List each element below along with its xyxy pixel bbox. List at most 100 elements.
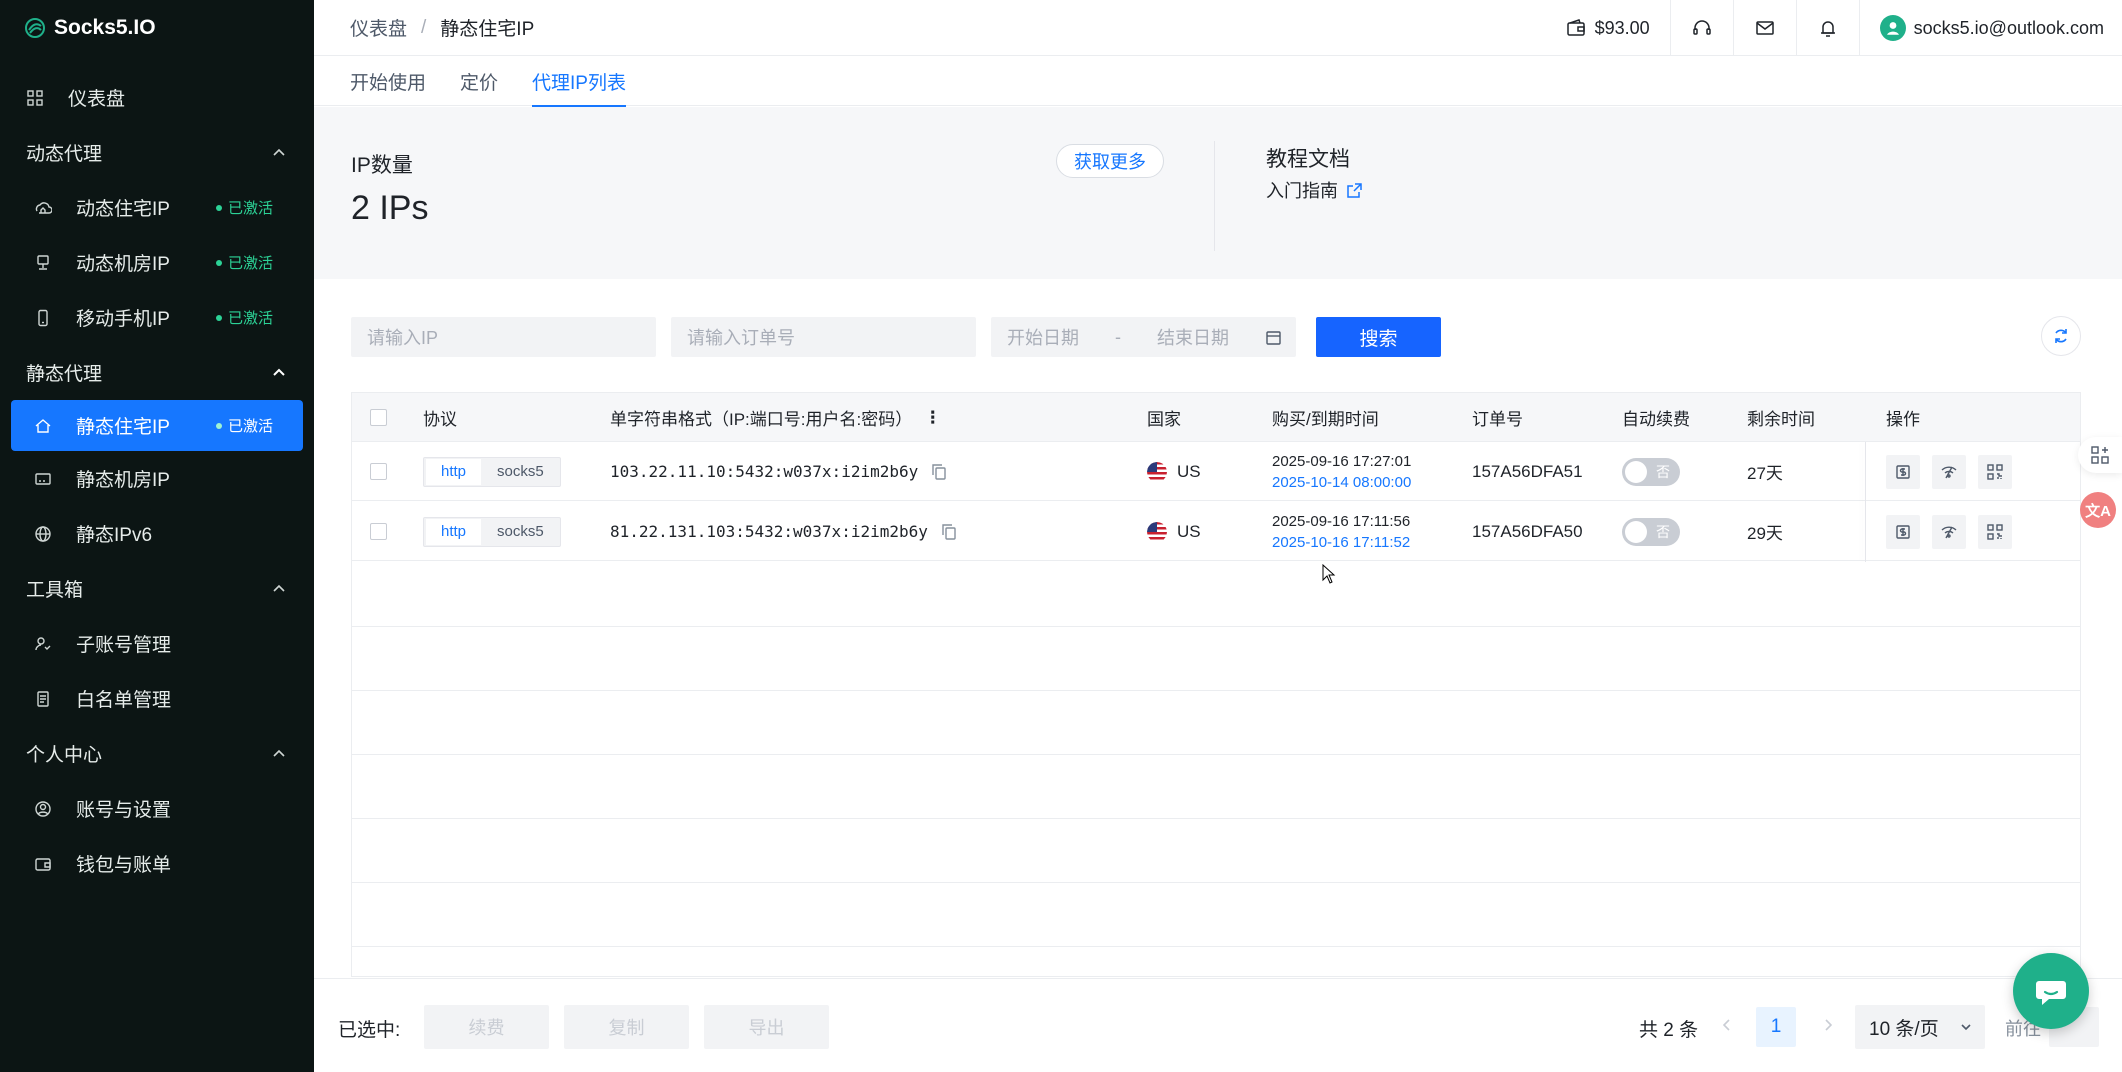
get-more-button[interactable]: 获取更多 <box>1056 144 1164 178</box>
expire-time: 2025-10-14 08:00:00 <box>1272 473 1412 491</box>
balance-amount: $93.00 <box>1594 17 1650 38</box>
search-button[interactable]: 搜索 <box>1316 317 1441 357</box>
sidebar-item-static-residential[interactable]: 静态住宅IP 已激活 <box>11 400 303 451</box>
user-menu[interactable]: socks5.io@outlook.com <box>1858 0 2122 56</box>
bell-icon <box>1820 21 1835 37</box>
copy-icon[interactable] <box>940 523 958 541</box>
end-date-input[interactable]: 结束日期 <box>1157 324 1229 350</box>
sidebar-item-static-datacenter[interactable]: 静态机房IP <box>0 451 314 506</box>
batch-renew-button[interactable]: 续费 <box>424 1005 549 1049</box>
top-right-actions: $93.00 socks5.io@outlook.com <box>1545 0 2122 56</box>
order-number: 157A56DFA50 <box>1472 521 1583 541</box>
tab-pricing[interactable]: 定价 <box>460 56 498 106</box>
copy-icon[interactable] <box>930 463 948 481</box>
brand-name: Socks5.IO <box>54 16 156 39</box>
document-icon <box>34 690 52 708</box>
us-flag-icon <box>1147 521 1167 542</box>
protocol-socks5[interactable]: socks5 <box>481 463 560 480</box>
sidebar-item-static-ipv6[interactable]: 静态IPv6 <box>0 506 314 561</box>
sidebar-item-mobile[interactable]: 移动手机IP 已激活 <box>0 290 314 345</box>
wallet-balance[interactable]: $93.00 <box>1545 0 1670 56</box>
chevron-up-icon <box>273 584 285 592</box>
order-search-input[interactable]: 请输入订单号 <box>671 317 976 357</box>
batch-copy-button[interactable]: 复制 <box>564 1005 689 1049</box>
renew-action-button[interactable] <box>1886 514 1920 549</box>
chevron-up-icon <box>273 749 285 757</box>
wallet-icon <box>34 855 52 873</box>
users-icon <box>34 635 52 653</box>
protocol-socks5[interactable]: socks5 <box>481 523 560 540</box>
sidebar-item-dynamic-datacenter[interactable]: 动态机房IP 已激活 <box>0 235 314 290</box>
group-title: 静态代理 <box>26 364 103 385</box>
table-row: http socks5 103.22.11.10:5432:w037x:i2im… <box>352 442 2080 501</box>
proxy-string-cell: 81.22.131.103:5432:w037x:i2im2b6y <box>610 502 958 561</box>
ip-search-input[interactable]: 请输入IP <box>351 317 656 357</box>
chevron-left-icon[interactable] <box>1719 1017 1735 1033</box>
chat-icon <box>2036 981 2066 1005</box>
col-time: 购买/到期时间 <box>1272 410 1379 429</box>
protocol-http[interactable]: http <box>426 458 482 485</box>
more-vertical-icon[interactable]: ⋮ <box>924 408 941 428</box>
sidebar-group-toolbox[interactable]: 工具箱 <box>0 561 314 616</box>
row-checkbox[interactable] <box>370 442 387 501</box>
actions-column-shadow <box>1865 442 1866 562</box>
app-grid-button[interactable] <box>2078 437 2122 473</box>
breadcrumb-current: 静态住宅IP <box>440 19 535 40</box>
sidebar-item-wallet[interactable]: 钱包与账单 <box>0 836 314 891</box>
sidebar-group-dynamic[interactable]: 动态代理 <box>0 125 314 180</box>
sidebar-item-dashboard[interactable]: 仪表盘 <box>0 70 314 125</box>
qrcode-button[interactable] <box>1978 514 2012 549</box>
tab-proxy-list[interactable]: 代理IP列表 <box>532 56 626 107</box>
logo-icon <box>25 18 45 38</box>
order-number: 157A56DFA51 <box>1472 461 1583 481</box>
sidebar-group-static[interactable]: 静态代理 <box>0 345 314 400</box>
mail-icon <box>1755 21 1774 35</box>
tab-getting-started[interactable]: 开始使用 <box>350 56 426 106</box>
auto-renew-cell: 否 <box>1622 502 1680 561</box>
ip-count-value: 2 IPs <box>351 189 429 227</box>
renew-action-button[interactable] <box>1886 454 1920 489</box>
ip-count-label: IP数量 <box>351 154 413 177</box>
col-country: 国家 <box>1147 410 1181 429</box>
avatar <box>1879 15 1906 41</box>
page-button-1[interactable]: 1 <box>1756 1007 1796 1047</box>
batch-export-button[interactable]: 导出 <box>704 1005 829 1049</box>
sidebar-item-label: 动态机房IP <box>76 254 170 275</box>
auto-renew-toggle[interactable]: 否 <box>1622 457 1680 486</box>
support-button[interactable] <box>1669 0 1733 56</box>
page-size-value: 10 条/页 <box>1869 1018 1939 1040</box>
dollar-icon <box>1896 464 1910 479</box>
test-connection-button[interactable] <box>1932 514 1966 549</box>
page-size-select[interactable]: 10 条/页 <box>1855 1005 1985 1049</box>
brand-logo[interactable]: Socks5.IO <box>0 0 314 56</box>
col-actions: 操作 <box>1886 410 1920 429</box>
select-all-checkbox[interactable] <box>370 393 387 442</box>
country-cell: US <box>1147 442 1201 501</box>
sidebar-item-account-settings[interactable]: 账号与设置 <box>0 781 314 836</box>
proxy-string-cell: 103.22.11.10:5432:w037x:i2im2b6y <box>610 442 948 501</box>
col-remaining: 剩余时间 <box>1747 410 1815 429</box>
row-divider <box>352 882 2080 883</box>
translate-button[interactable]: 文A <box>2078 492 2122 528</box>
col-protocol: 协议 <box>423 410 457 429</box>
sidebar-group-personal[interactable]: 个人中心 <box>0 726 314 781</box>
test-connection-button[interactable] <box>1932 454 1966 489</box>
sidebar-item-whitelist[interactable]: 白名单管理 <box>0 671 314 726</box>
messages-button[interactable] <box>1732 0 1796 56</box>
notifications-button[interactable] <box>1795 0 1859 56</box>
protocol-http[interactable]: http <box>426 518 482 545</box>
qrcode-button[interactable] <box>1978 454 2012 489</box>
getting-started-guide-link[interactable]: 入门指南 <box>1266 177 1363 203</box>
sidebar-item-subaccounts[interactable]: 子账号管理 <box>0 616 314 671</box>
chevron-right-icon[interactable] <box>1820 1017 1836 1033</box>
row-checkbox[interactable] <box>370 502 387 561</box>
sidebar-item-label: 移动手机IP <box>76 309 170 330</box>
auto-renew-toggle[interactable]: 否 <box>1622 517 1680 546</box>
date-range-picker[interactable]: 开始日期 - 结束日期 <box>991 317 1296 357</box>
refresh-button[interactable] <box>2041 316 2081 356</box>
chevron-up-icon <box>273 148 285 156</box>
start-date-input[interactable]: 开始日期 <box>1007 324 1079 350</box>
breadcrumb-dashboard[interactable]: 仪表盘 <box>350 14 407 41</box>
sidebar-item-dynamic-residential[interactable]: 动态住宅IP 已激活 <box>0 180 314 235</box>
live-chat-button[interactable] <box>2013 953 2089 1029</box>
